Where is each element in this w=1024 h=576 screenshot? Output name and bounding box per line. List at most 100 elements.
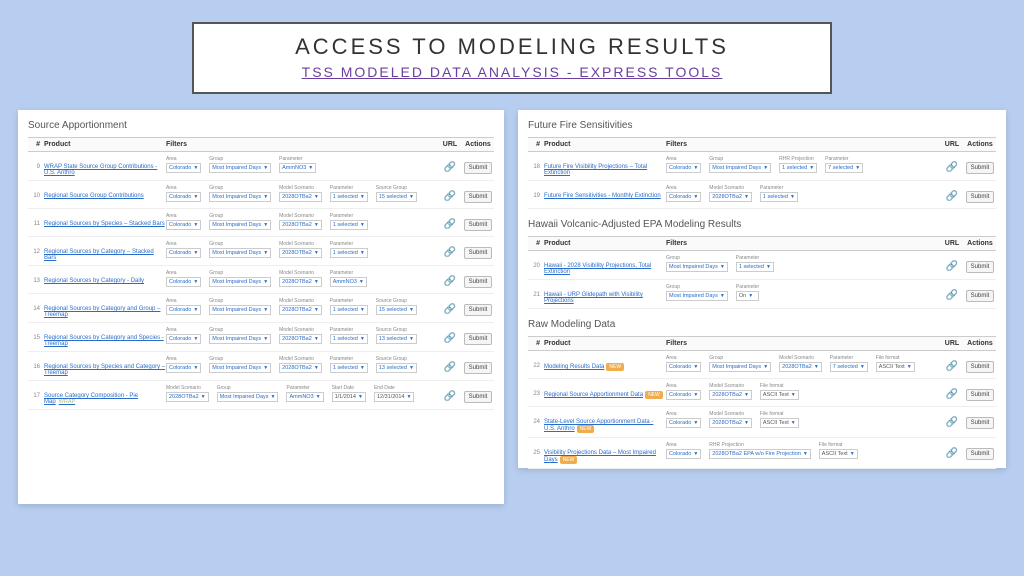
filter-dropdown[interactable]: Colorado▼ — [166, 334, 201, 344]
product-link[interactable]: Future Fire Visibility Projections – Tot… — [544, 164, 647, 176]
filter-dropdown[interactable]: 15 selected▼ — [376, 305, 417, 315]
filter-dropdown[interactable]: ASCII Text▼ — [876, 362, 915, 372]
url-link-icon[interactable]: 🔗 — [438, 356, 462, 373]
filter-dropdown[interactable]: 2028OTBa2▼ — [279, 305, 322, 315]
filter-dropdown[interactable]: 1 selected▼ — [330, 363, 368, 373]
filter-dropdown[interactable]: Colorado▼ — [666, 362, 701, 372]
product-link[interactable]: Regional Sources by Category and Species… — [44, 335, 164, 347]
filter-dropdown[interactable]: 12/31/2014▼ — [374, 392, 414, 402]
filter-dropdown[interactable]: 2028OTBa2 EPA w/o Fire Projection▼ — [709, 449, 811, 459]
submit-button[interactable]: Submit — [966, 191, 995, 203]
filter-dropdown[interactable]: Most Impaired Days▼ — [209, 248, 271, 258]
filter-dropdown[interactable]: Colorado▼ — [666, 418, 701, 428]
filter-dropdown[interactable]: Colorado▼ — [166, 192, 201, 202]
filter-dropdown[interactable]: Most Impaired Days▼ — [209, 163, 271, 173]
submit-button[interactable]: Submit — [464, 276, 493, 288]
filter-dropdown[interactable]: AmmNO3▼ — [330, 277, 367, 287]
product-link[interactable]: Hawaii - 2028 Visibility Projections, To… — [544, 263, 651, 275]
filter-dropdown[interactable]: Colorado▼ — [166, 220, 201, 230]
filter-dropdown[interactable]: 7 selected▼ — [825, 163, 863, 173]
filter-dropdown[interactable]: Colorado▼ — [166, 277, 201, 287]
filter-dropdown[interactable]: Most Impaired Days▼ — [209, 277, 271, 287]
submit-button[interactable]: Submit — [464, 304, 493, 316]
submit-button[interactable]: Submit — [464, 247, 493, 259]
url-link-icon[interactable]: 🔗 — [438, 213, 462, 230]
url-link-icon[interactable]: 🔗 — [438, 298, 462, 315]
filter-dropdown[interactable]: AmmNO3▼ — [286, 392, 323, 402]
url-link-icon[interactable]: 🔗 — [438, 156, 462, 173]
page-subtitle-link[interactable]: TSS MODELED DATA ANALYSIS - EXPRESS TOOL… — [214, 64, 810, 80]
url-link-icon[interactable]: 🔗 — [940, 185, 964, 202]
submit-button[interactable]: Submit — [966, 448, 995, 460]
submit-button[interactable]: Submit — [464, 219, 493, 231]
filter-dropdown[interactable]: Most Impaired Days▼ — [209, 305, 271, 315]
product-link[interactable]: Regional Source Group Contributions — [44, 193, 144, 199]
product-link[interactable]: Modeling Results Data — [544, 364, 604, 370]
filter-dropdown[interactable]: 2028OTBa2▼ — [709, 390, 752, 400]
filter-dropdown[interactable]: Colorado▼ — [666, 449, 701, 459]
submit-button[interactable]: Submit — [464, 191, 493, 203]
submit-button[interactable]: Submit — [464, 362, 493, 374]
filter-dropdown[interactable]: ASCII Text▼ — [819, 449, 858, 459]
url-link-icon[interactable]: 🔗 — [438, 241, 462, 258]
filter-dropdown[interactable]: 1 selected▼ — [330, 334, 368, 344]
submit-button[interactable]: Submit — [464, 162, 493, 174]
product-link[interactable]: Regional Sources by Category - Daily — [44, 278, 144, 284]
filter-dropdown[interactable]: 2028OTBa2▼ — [279, 363, 322, 373]
filter-dropdown[interactable]: 1 selected▼ — [330, 220, 368, 230]
filter-dropdown[interactable]: ASCII Text▼ — [760, 390, 799, 400]
filter-dropdown[interactable]: Colorado▼ — [166, 163, 201, 173]
submit-button[interactable]: Submit — [966, 290, 995, 302]
product-link[interactable]: State-Level Source Apportionment Data - … — [544, 419, 653, 432]
submit-button[interactable]: Submit — [966, 389, 995, 401]
product-link[interactable]: Regional Sources by Species – Stacked Ba… — [44, 221, 165, 227]
filter-dropdown[interactable]: 1/1/2014▼ — [332, 392, 366, 402]
filter-dropdown[interactable]: Most Impaired Days▼ — [209, 363, 271, 373]
filter-dropdown[interactable]: 15 selected▼ — [376, 192, 417, 202]
filter-dropdown[interactable]: Most Impaired Days▼ — [209, 192, 271, 202]
filter-dropdown[interactable]: Most Impaired Days▼ — [209, 334, 271, 344]
url-link-icon[interactable]: 🔗 — [438, 270, 462, 287]
filter-dropdown[interactable]: 2028OTBa2▼ — [279, 248, 322, 258]
filter-dropdown[interactable]: 13 selected▼ — [376, 334, 417, 344]
url-link-icon[interactable]: 🔗 — [438, 385, 462, 402]
url-link-icon[interactable]: 🔗 — [940, 442, 964, 459]
submit-button[interactable]: Submit — [464, 391, 493, 403]
product-link[interactable]: Regional Sources by Category – Stacked B… — [44, 249, 154, 261]
filter-dropdown[interactable]: 1 selected▼ — [736, 262, 774, 272]
url-link-icon[interactable]: 🔗 — [940, 355, 964, 372]
product-link[interactable]: Regional Source Apportionment Data — [544, 392, 643, 398]
filter-dropdown[interactable]: On▼ — [736, 291, 759, 301]
filter-dropdown[interactable]: Colorado▼ — [166, 248, 201, 258]
product-link[interactable]: WRAP State Source Group Contributions - … — [44, 164, 157, 176]
filter-dropdown[interactable]: Colorado▼ — [666, 192, 701, 202]
filter-dropdown[interactable]: Most Impaired Days▼ — [217, 392, 279, 402]
url-link-icon[interactable]: 🔗 — [438, 185, 462, 202]
filter-dropdown[interactable]: 2028OTBa2▼ — [166, 392, 209, 402]
filter-dropdown[interactable]: Colorado▼ — [166, 305, 201, 315]
filter-dropdown[interactable]: Colorado▼ — [666, 390, 701, 400]
filter-dropdown[interactable]: 7 selected▼ — [830, 362, 868, 372]
filter-dropdown[interactable]: ASCII Text▼ — [760, 418, 799, 428]
submit-button[interactable]: Submit — [966, 162, 995, 174]
filter-dropdown[interactable]: 2028OTBa2▼ — [279, 334, 322, 344]
filter-dropdown[interactable]: Colorado▼ — [666, 163, 701, 173]
url-link-icon[interactable]: 🔗 — [438, 327, 462, 344]
filter-dropdown[interactable]: 2028OTBa2▼ — [709, 192, 752, 202]
product-link[interactable]: Hawaii - URP Glidepath with Visibility P… — [544, 292, 643, 304]
filter-dropdown[interactable]: 1 selected▼ — [779, 163, 817, 173]
filter-dropdown[interactable]: 2028OTBa2▼ — [779, 362, 822, 372]
filter-dropdown[interactable]: 2028OTBa2▼ — [279, 220, 322, 230]
url-link-icon[interactable]: 🔗 — [940, 411, 964, 428]
product-link[interactable]: Future Fire Sensitivities - Monthly Exti… — [544, 193, 661, 199]
filter-dropdown[interactable]: 1 selected▼ — [330, 305, 368, 315]
filter-dropdown[interactable]: Most Impaired Days▼ — [666, 262, 728, 272]
filter-dropdown[interactable]: 13 selected▼ — [376, 363, 417, 373]
submit-button[interactable]: Submit — [966, 361, 995, 373]
filter-dropdown[interactable]: 2028OTBa2▼ — [279, 277, 322, 287]
filter-dropdown[interactable]: 1 selected▼ — [330, 248, 368, 258]
filter-dropdown[interactable]: AmmNO3▼ — [279, 163, 316, 173]
filter-dropdown[interactable]: Most Impaired Days▼ — [709, 163, 771, 173]
filter-dropdown[interactable]: 2028OTBa2▼ — [709, 418, 752, 428]
filter-dropdown[interactable]: 1 selected▼ — [330, 192, 368, 202]
